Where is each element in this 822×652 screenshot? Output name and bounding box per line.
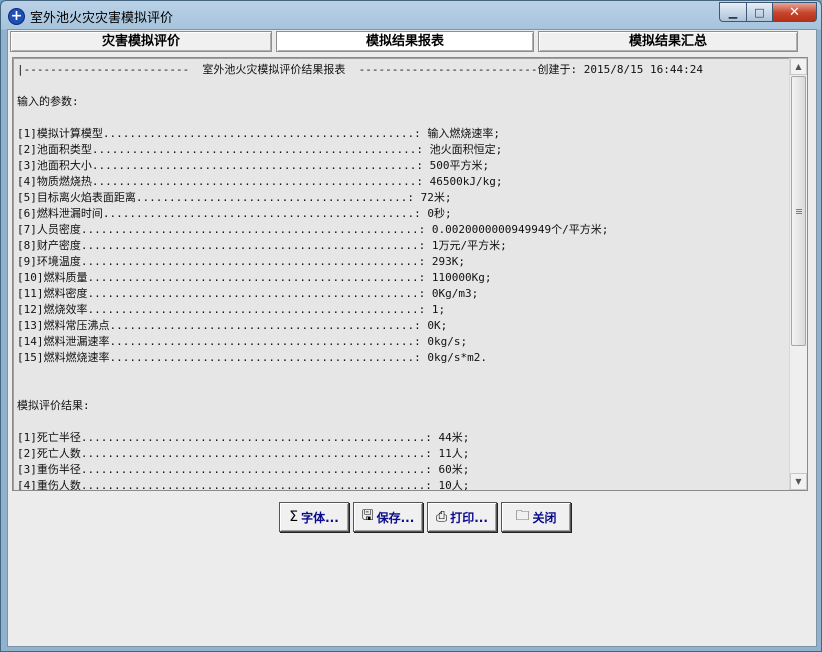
sigma-icon: Σ (289, 509, 299, 525)
tab-simulation-summary[interactable]: 模拟结果汇总 (538, 31, 798, 52)
maximize-icon: □ (754, 5, 765, 19)
floppy-disk-icon: 🖫 (361, 508, 374, 524)
report-line: [2]死亡人数.................................… (17, 447, 470, 460)
grip-line (796, 211, 802, 212)
folder-icon: 🗀 (515, 508, 530, 524)
minimize-button[interactable]: ▁ (719, 2, 747, 22)
vertical-scrollbar[interactable]: ▲ ▼ (789, 58, 807, 490)
font-button-label: 字体... (301, 510, 339, 525)
tab-disaster-simulation[interactable]: 灾害模拟评价 (10, 31, 272, 52)
report-line: [3]重伤半径.................................… (17, 463, 470, 476)
report-line: [2]池面积类型................................… (17, 143, 503, 156)
grip-line (796, 209, 802, 210)
report-text-area[interactable]: |------------------------- 室外池火灾模拟评价结果报表… (12, 57, 808, 491)
report-line: [15]燃料燃烧速率..............................… (17, 351, 487, 364)
close-icon: ✕ (789, 4, 800, 20)
tab-strip: 灾害模拟评价 模拟结果报表 模拟结果汇总 (10, 31, 800, 52)
close-button[interactable]: 🗀 关闭 (501, 502, 571, 532)
report-line: 输入的参数: (17, 95, 79, 108)
close-button-label: 关闭 (532, 510, 557, 525)
printer-icon: ⎙ (436, 509, 448, 525)
print-button-label: 打印... (450, 510, 488, 525)
report-line: [10]燃料质量................................… (17, 271, 492, 284)
scroll-up-arrow-icon[interactable]: ▲ (790, 58, 807, 75)
window-controls: ▁ □ ✕ (719, 2, 817, 22)
report-line: [11]燃料密度................................… (17, 287, 479, 300)
close-window-button[interactable]: ✕ (773, 2, 817, 22)
client-area: 灾害模拟评价 模拟结果报表 模拟结果汇总 |------------------… (7, 29, 817, 647)
report-line: [1]死亡半径.................................… (17, 431, 470, 444)
grip-line (796, 213, 802, 214)
report-line: 模拟评价结果: (17, 399, 90, 412)
report-line: [4]物质燃烧热................................… (17, 175, 503, 188)
report-line: [8]财产密度.................................… (17, 239, 507, 252)
report-line: [1]模拟计算模型...............................… (17, 127, 500, 140)
window-title: 室外池火灾灾害模拟评价 (30, 11, 174, 26)
maximize-button[interactable]: □ (747, 2, 773, 22)
report-line (17, 110, 797, 126)
report-line (17, 382, 797, 398)
report-line: [6]燃料泄漏时间...............................… (17, 207, 452, 220)
minimize-icon: ▁ (728, 5, 738, 19)
report-line: [14]燃料泄漏速率..............................… (17, 335, 468, 348)
print-button[interactable]: ⎙ 打印... (427, 502, 497, 532)
report-line (17, 78, 797, 94)
title-bar[interactable]: + 室外池火灾灾害模拟评价 ▁ □ ✕ (1, 1, 821, 29)
report-line: [12]燃烧效率................................… (17, 303, 446, 316)
scroll-thumb[interactable] (791, 76, 806, 346)
report-line (17, 366, 797, 382)
save-button[interactable]: 🖫 保存... (353, 502, 423, 532)
report-line: [4]重伤人数.................................… (17, 479, 470, 491)
report-line: [7]人员密度.................................… (17, 223, 609, 236)
report-line (17, 414, 797, 430)
report-line: [13]燃料常压沸点..............................… (17, 319, 448, 332)
report-line: [9]环境温度.................................… (17, 255, 465, 268)
report-line: [5]目标离火焰表面距离............................… (17, 191, 452, 204)
app-window: + 室外池火灾灾害模拟评价 ▁ □ ✕ 灾害模拟评价 模拟结果报表 模拟结果汇总… (0, 0, 822, 652)
report-line: |------------------------- 室外池火灾模拟评价结果报表… (17, 63, 703, 76)
font-button[interactable]: Σ 字体... (279, 502, 349, 532)
scroll-down-arrow-icon[interactable]: ▼ (790, 473, 807, 490)
report-lines: |------------------------- 室外池火灾模拟评价结果报表… (17, 62, 797, 491)
tab-simulation-report[interactable]: 模拟结果报表 (276, 31, 534, 52)
app-plus-icon: + (8, 8, 25, 25)
save-button-label: 保存... (376, 510, 415, 525)
report-line: [3]池面积大小................................… (17, 159, 490, 172)
